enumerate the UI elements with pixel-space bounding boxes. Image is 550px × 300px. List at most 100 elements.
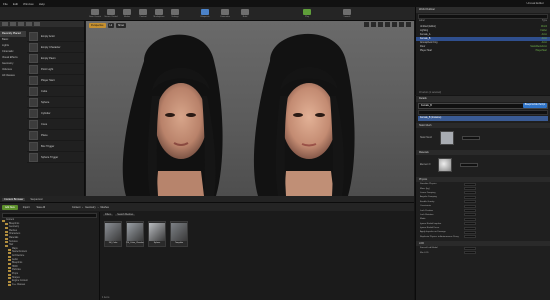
asset-thumbnail [149,223,165,241]
gear-icon [171,9,179,15]
place-item[interactable]: Point Light [27,64,84,75]
property-value[interactable] [464,246,476,250]
tab-sequencer[interactable]: Sequencer [28,198,45,201]
static-mesh-thumbnail[interactable] [440,131,454,145]
property-value[interactable] [464,251,476,255]
build-button[interactable]: Build [238,9,252,20]
move-icon[interactable] [364,22,369,27]
folder-item[interactable]: C++ Classes [0,284,99,288]
menu-window[interactable]: Window [23,2,34,6]
asset-tile[interactable]: Template [170,221,188,247]
property-label: Mass (kg) [420,187,430,190]
geometry-mode-icon[interactable] [34,22,40,26]
actor-class-icon [29,86,38,96]
folder-icon [5,244,8,247]
place-item[interactable]: Empty Actor [27,31,84,42]
launch-button[interactable]: Launch [340,9,354,20]
viewport-scene [122,33,355,196]
add-new-button[interactable]: Add New [2,204,18,210]
content-button[interactable]: Content [136,9,150,20]
place-item-label: Plane [41,133,48,137]
property-value[interactable] [464,204,476,208]
property-value[interactable] [464,235,476,239]
property-value[interactable] [464,191,476,195]
viewport-lit-button[interactable]: Lit [107,22,115,28]
asset-search-input[interactable]: Search Meshes [115,214,136,216]
property-value[interactable] [464,200,476,204]
place-item[interactable]: Empty Character [27,42,84,53]
breadcrumb-item[interactable]: Meshes [100,206,108,209]
folder-icon [5,226,8,229]
property-value[interactable] [464,213,476,217]
asset-tile[interactable]: Sphere [148,221,166,247]
asset-tile[interactable]: 1M_Cube_Chamfer [126,221,144,247]
modes-button[interactable]: Modes [120,9,134,20]
character-a[interactable] [122,34,223,196]
place-mode-icon[interactable] [2,22,8,26]
place-item[interactable]: Empty Pawn [27,53,84,64]
breadcrumb-item[interactable]: Geometry [85,206,96,209]
character-b[interactable] [253,33,355,196]
cinematics-button[interactable]: Cinematics [218,9,232,20]
selected-component[interactable]: Female_B (Instance) [418,116,548,121]
save-button[interactable]: Save Current [88,9,102,20]
place-item[interactable]: Box Trigger [27,141,84,152]
blueprint-add-script-button[interactable]: Blueprint/Add Script [522,103,547,108]
property-value[interactable] [464,230,476,234]
place-item[interactable]: Cylinder [27,108,84,119]
scale-icon[interactable] [378,22,383,27]
angle-snap-icon[interactable] [392,22,397,27]
static-mesh-combo[interactable] [462,136,480,140]
place-item[interactable]: Cone [27,119,84,130]
property-value[interactable] [464,187,476,191]
tab-content-browser[interactable]: Content Browser [2,197,26,201]
import-button[interactable]: Import [21,205,32,210]
viewport-show-button[interactable]: Show [116,22,127,28]
play-button[interactable]: Play [300,9,314,20]
settings-button[interactable]: Settings [168,9,182,20]
details-search-input[interactable] [418,110,548,115]
asset-tile[interactable]: 1M_Cube [104,221,122,247]
asset-label: 1M_Cube_Chamfer [126,242,144,244]
filters-button[interactable]: Filters [103,214,114,216]
menu-edit[interactable]: Edit [13,2,18,6]
paint-mode-icon[interactable] [10,22,16,26]
camera-speed-icon[interactable] [399,22,404,27]
property-label: Ignore Radial Force [420,227,440,230]
place-item[interactable]: Sphere Trigger [27,152,84,163]
place-category[interactable]: All Classes [0,73,26,79]
menu-file[interactable]: File [3,2,8,6]
material-thumbnail[interactable] [438,158,453,172]
level-viewport[interactable]: Perspective Lit Show [86,21,414,196]
maximize-icon[interactable] [406,22,411,27]
place-item[interactable]: Cube [27,86,84,97]
outliner-row[interactable]: Player Start PlayerStart [416,49,550,53]
foliage-mode-icon[interactable] [26,22,32,26]
launch-icon [343,9,351,15]
save-all-button[interactable]: Save All [34,205,47,210]
place-item[interactable]: Player Start [27,75,84,86]
property-value[interactable] [464,217,476,221]
outliner-rows: Untitled (Editor) World Lighting Folder Fema… [416,25,550,53]
breadcrumb-item[interactable]: Content [72,206,80,209]
material-combo[interactable] [460,163,479,167]
menu-help[interactable]: Help [39,2,45,6]
static-mesh-label: Static Mesh [420,137,432,139]
folder-search-input[interactable] [2,213,97,218]
place-item[interactable]: Sphere [27,97,84,108]
source-control-button[interactable]: Source Control [104,9,118,20]
property-value[interactable] [464,182,476,186]
property-value[interactable] [464,222,476,226]
property-label: Forced Lod Model [420,247,438,250]
outliner-search-input[interactable] [418,14,548,19]
marketplace-button[interactable]: Marketplace [152,9,166,20]
rotate-icon[interactable] [371,22,376,27]
viewport-perspective-button[interactable]: Perspective [89,22,106,28]
blueprints-button[interactable]: Blueprints [198,9,212,20]
landscape-mode-icon[interactable] [18,22,24,26]
place-item[interactable]: Plane [27,130,84,141]
grid-snap-icon[interactable] [385,22,390,27]
property-value[interactable] [464,226,476,230]
property-value[interactable] [464,195,476,199]
property-value[interactable] [464,209,476,213]
